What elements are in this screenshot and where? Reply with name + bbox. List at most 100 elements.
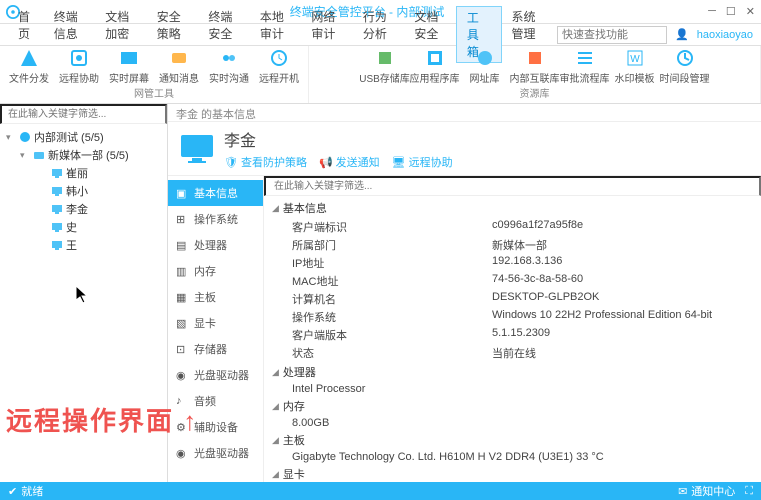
tree-root[interactable]: ▾ 内部测试 (5/5): [2, 128, 165, 146]
ribbon-icon: [219, 48, 239, 68]
ribbon-button[interactable]: 时间段管理: [660, 48, 710, 85]
tree-member[interactable]: 韩小: [2, 182, 165, 200]
nav-item[interactable]: ▥内存: [168, 258, 263, 284]
ribbon-button[interactable]: 应用程序库: [410, 48, 460, 85]
user-action-link[interactable]: 📢发送通知: [319, 154, 380, 170]
property-value: 当前在线: [492, 345, 536, 361]
property-group[interactable]: ◢基本信息: [264, 198, 761, 218]
property-filter-input[interactable]: [264, 176, 761, 196]
property-group[interactable]: ◢ 内存: [264, 396, 761, 416]
breadcrumb: 李金 的基本信息: [168, 104, 761, 122]
org-icon: [19, 131, 31, 143]
nav-item[interactable]: ♪音频: [168, 388, 263, 414]
property-key: 客户端版本: [292, 327, 492, 343]
ribbon-button[interactable]: 内部互联库: [510, 48, 560, 85]
current-user[interactable]: haoxiaoyao: [697, 29, 753, 41]
minimize-button[interactable]: ─: [708, 5, 716, 18]
monitor-icon: [51, 185, 63, 197]
menubar: 首页终端信息文档加密安全策略终端安全本地审计网络审计行为分析文档安全工具箱系统管…: [0, 24, 761, 46]
group-title: 处理器: [283, 364, 316, 380]
ribbon-button[interactable]: USB存储库: [360, 48, 410, 85]
nav-item[interactable]: ⚙辅助设备: [168, 414, 263, 440]
collapse-icon[interactable]: ◢: [272, 401, 279, 412]
nav-item[interactable]: ▧ 显卡: [168, 310, 263, 336]
nav-icon: ⊡: [176, 343, 188, 355]
nav-item[interactable]: ▤处理器: [168, 232, 263, 258]
maximize-button[interactable]: ☐: [726, 5, 736, 18]
property-value: Gigabyte Technology Co. Ltd. H610M H V2 …: [264, 450, 761, 464]
nav-item[interactable]: ▣基本信息: [168, 180, 263, 206]
group-title: 内存: [283, 398, 305, 414]
monitor-icon: [51, 221, 63, 233]
property-panel: ◢基本信息客户端标识c0996a1f27a95f8e所属部门新媒体一部IP地址1…: [264, 176, 761, 482]
ribbon-button[interactable]: 远程开机: [254, 48, 304, 85]
ribbon-button[interactable]: 审批流程库: [560, 48, 610, 85]
nav-label: 光盘驱动器: [194, 367, 249, 383]
group-title: 主板: [283, 432, 305, 448]
user-action-link[interactable]: 🖥远程协助: [392, 154, 453, 170]
nav-icon: ◉: [176, 369, 188, 381]
nav-item[interactable]: ◉ 光盘驱动器: [168, 362, 263, 388]
notification-icon[interactable]: ✉: [678, 485, 687, 498]
property-row: 客户端版本5.1.15.2309: [264, 326, 761, 344]
property-value: Intel Processor: [264, 382, 761, 396]
nav-item[interactable]: ◉ 光盘驱动器: [168, 440, 263, 466]
nav-label: 主板: [194, 289, 216, 305]
collapse-icon[interactable]: ◢: [272, 469, 279, 480]
action-label: 远程协助: [409, 154, 453, 170]
ribbon-button[interactable]: 网址库: [460, 48, 510, 85]
property-group[interactable]: ◢ 主板: [264, 430, 761, 450]
collapse-icon[interactable]: ◢: [272, 435, 279, 446]
nav-icon: ◉: [176, 447, 188, 459]
tree-filter-input[interactable]: [0, 104, 167, 124]
sidebar: ▾ 内部测试 (5/5) ▾ 新媒体一部 (5/5) 崔丽韩小李金史王: [0, 104, 168, 482]
monitor-icon: [51, 203, 63, 215]
tree-node-label: 韩小: [66, 183, 88, 199]
property-row: 状态当前在线: [264, 344, 761, 362]
ribbon-group-label: 网管工具: [134, 85, 174, 101]
detail-nav: ▣基本信息⊞操作系统▤处理器▥内存▦主板 ▧ 显卡 ⊡存储器 ◉ 光盘驱动器 ♪音频⚙辅助设…: [168, 176, 264, 482]
collapse-icon[interactable]: ◢: [272, 203, 279, 214]
property-group[interactable]: ◢显卡: [264, 464, 761, 482]
property-value: c0996a1f27a95f8e: [492, 219, 583, 235]
ribbon-icon: [119, 48, 139, 68]
user-action-link[interactable]: 🛡查看防护策略: [224, 154, 307, 170]
ribbon-button[interactable]: 通知消息: [154, 48, 204, 85]
collapse-icon[interactable]: ▾: [6, 132, 16, 143]
tree-member[interactable]: 崔丽: [2, 164, 165, 182]
property-row: IP地址192.168.3.136: [264, 254, 761, 272]
ribbon-label: 审批流程库: [560, 70, 610, 85]
ribbon-label: 通知消息: [159, 70, 199, 85]
tree-member[interactable]: 李金: [2, 200, 165, 218]
ribbon-button[interactable]: W水印模板: [610, 48, 660, 85]
ribbon-button[interactable]: 实时沟通: [204, 48, 254, 85]
tree-node-label: 内部测试 (5/5): [34, 129, 104, 145]
expand-icon[interactable]: ⛶: [745, 485, 753, 498]
tree-member[interactable]: 王: [2, 236, 165, 254]
nav-item[interactable]: ⊡存储器: [168, 336, 263, 362]
nav-item[interactable]: ▦主板: [168, 284, 263, 310]
property-row: MAC地址74-56-3c-8a-58-60: [264, 272, 761, 290]
nav-label: 显卡: [194, 315, 216, 331]
notification-center[interactable]: 通知中心: [691, 483, 735, 499]
nav-item[interactable]: ⊞操作系统: [168, 206, 263, 232]
property-group[interactable]: ◢ 处理器: [264, 362, 761, 382]
collapse-icon[interactable]: ◢: [272, 367, 279, 378]
ribbon-button[interactable]: 远程协助: [54, 48, 104, 85]
nav-label: 光盘驱动器: [194, 445, 249, 461]
action-icon: 📢: [319, 156, 333, 169]
tree-member[interactable]: 史: [2, 218, 165, 236]
nav-icon: ▧: [176, 317, 188, 329]
property-value: 8.00GB: [264, 416, 761, 430]
property-key: 操作系统: [292, 309, 492, 325]
close-button[interactable]: ✕: [746, 5, 755, 18]
ribbon-label: 文件分发: [9, 70, 49, 85]
tree-dept[interactable]: ▾ 新媒体一部 (5/5): [2, 146, 165, 164]
nav-label: 音频: [194, 393, 216, 409]
nav-label: 辅助设备: [194, 419, 238, 435]
user-name: 李金: [224, 127, 453, 151]
ribbon-button[interactable]: 实时屏幕: [104, 48, 154, 85]
ribbon-button[interactable]: 文件分发: [4, 48, 54, 85]
collapse-icon[interactable]: ▾: [20, 150, 30, 161]
quick-search-input[interactable]: [557, 26, 667, 44]
